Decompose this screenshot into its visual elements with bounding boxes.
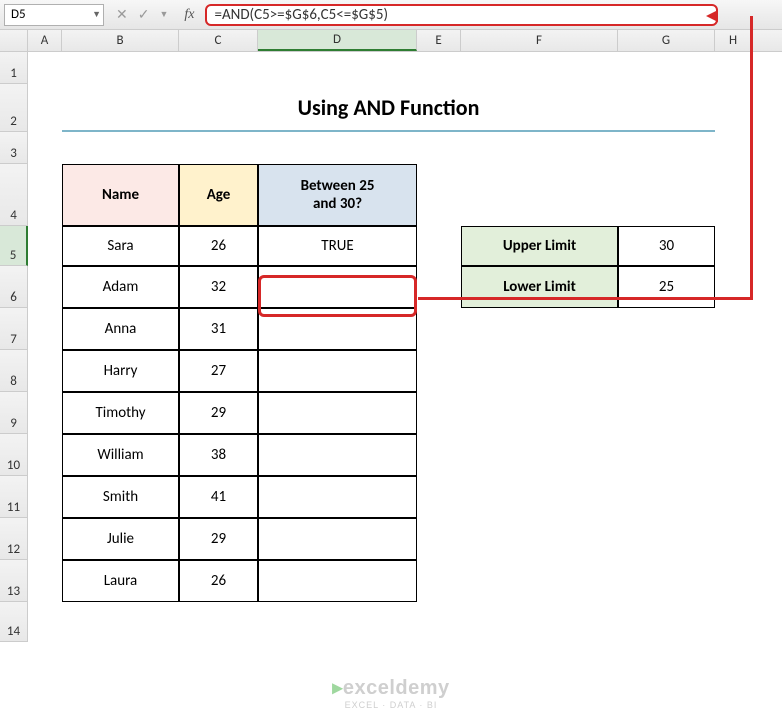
cell-age-3[interactable]: 27	[179, 350, 258, 392]
cells-area[interactable]: Using AND Function NameAgeBetween 25and 3…	[28, 52, 782, 642]
cell-result-3[interactable]	[258, 350, 417, 392]
formula-text: =AND(C5>=$G$6,C5<=$G$5)	[215, 6, 389, 24]
row-header-11[interactable]: 11	[0, 476, 28, 518]
row-header-8[interactable]: 8	[0, 350, 28, 392]
cell-name-8[interactable]: Laura	[62, 560, 179, 602]
cell-age-5[interactable]: 38	[179, 434, 258, 476]
spreadsheet-grid: ABCDEFGH 1234567891011121314 Using AND F…	[0, 30, 782, 642]
cell-name-6[interactable]: Smith	[62, 476, 179, 518]
col-header-A[interactable]: A	[28, 30, 62, 51]
cell-result-2[interactable]	[258, 308, 417, 350]
row-header-13[interactable]: 13	[0, 560, 28, 602]
cell-name-1[interactable]: Adam	[62, 266, 179, 308]
row-header-3[interactable]: 3	[0, 132, 28, 164]
name-box-value: D5	[11, 7, 26, 22]
col-header-B[interactable]: B	[62, 30, 179, 51]
col-header-H[interactable]: H	[715, 30, 752, 51]
name-box-dropdown-icon[interactable]: ▼	[92, 9, 101, 20]
row-header-2[interactable]: 2	[0, 84, 28, 132]
name-box[interactable]: D5 ▼	[4, 4, 104, 26]
cell-name-0[interactable]: Sara	[62, 226, 179, 266]
select-all-corner[interactable]	[0, 30, 28, 51]
cell-age-7[interactable]: 29	[179, 518, 258, 560]
formula-bar: D5 ▼ ✕ ✓ ▼ fx =AND(C5>=$G$6,C5<=$G$5)	[0, 0, 782, 30]
cell-name-2[interactable]: Anna	[62, 308, 179, 350]
upper-limit-label: Upper Limit	[461, 226, 618, 266]
col-header-C[interactable]: C	[179, 30, 258, 51]
header-name: Name	[62, 164, 179, 226]
cell-result-7[interactable]	[258, 518, 417, 560]
row-header-9[interactable]: 9	[0, 392, 28, 434]
watermark: ▸exceldemy EXCEL · DATA · BI	[332, 675, 449, 710]
lower-limit-label: Lower Limit	[461, 266, 618, 308]
fx-icon[interactable]: fx	[180, 7, 198, 23]
row-headers: 1234567891011121314	[0, 52, 28, 642]
header-age: Age	[179, 164, 258, 226]
cell-result-6[interactable]	[258, 476, 417, 518]
column-headers: ABCDEFGH	[0, 30, 782, 52]
cancel-icon[interactable]: ✕	[116, 6, 128, 23]
upper-limit-value[interactable]: 30	[618, 226, 715, 266]
cell-age-1[interactable]: 32	[179, 266, 258, 308]
cell-name-5[interactable]: William	[62, 434, 179, 476]
cell-result-8[interactable]	[258, 560, 417, 602]
cell-age-0[interactable]: 26	[179, 226, 258, 266]
page-title: Using AND Function	[62, 84, 715, 132]
cell-result-5[interactable]	[258, 434, 417, 476]
row-header-14[interactable]: 14	[0, 602, 28, 642]
row-header-6[interactable]: 6	[0, 266, 28, 308]
cell-name-7[interactable]: Julie	[62, 518, 179, 560]
enter-icon[interactable]: ✓	[138, 6, 150, 23]
row-header-4[interactable]: 4	[0, 164, 28, 226]
row-header-7[interactable]: 7	[0, 308, 28, 350]
cell-age-8[interactable]: 26	[179, 560, 258, 602]
cell-result-4[interactable]	[258, 392, 417, 434]
col-header-E[interactable]: E	[417, 30, 461, 51]
col-header-D[interactable]: D	[258, 30, 417, 51]
formula-bar-buttons: ✕ ✓ ▼	[110, 6, 174, 23]
header-between: Between 25and 30?	[258, 164, 417, 226]
cell-age-2[interactable]: 31	[179, 308, 258, 350]
dropdown-icon[interactable]: ▼	[159, 9, 168, 20]
row-header-5[interactable]: 5	[0, 226, 28, 266]
formula-input[interactable]: =AND(C5>=$G$6,C5<=$G$5)	[205, 4, 719, 26]
lower-limit-value[interactable]: 25	[618, 266, 715, 308]
col-header-G[interactable]: G	[618, 30, 715, 51]
row-header-10[interactable]: 10	[0, 434, 28, 476]
row-header-12[interactable]: 12	[0, 518, 28, 560]
col-header-F[interactable]: F	[461, 30, 618, 51]
cell-result-0[interactable]: TRUE	[258, 226, 417, 266]
cell-age-4[interactable]: 29	[179, 392, 258, 434]
cell-result-1[interactable]	[258, 266, 417, 308]
cell-name-4[interactable]: Timothy	[62, 392, 179, 434]
cell-name-3[interactable]: Harry	[62, 350, 179, 392]
row-header-1[interactable]: 1	[0, 52, 28, 84]
cell-age-6[interactable]: 41	[179, 476, 258, 518]
